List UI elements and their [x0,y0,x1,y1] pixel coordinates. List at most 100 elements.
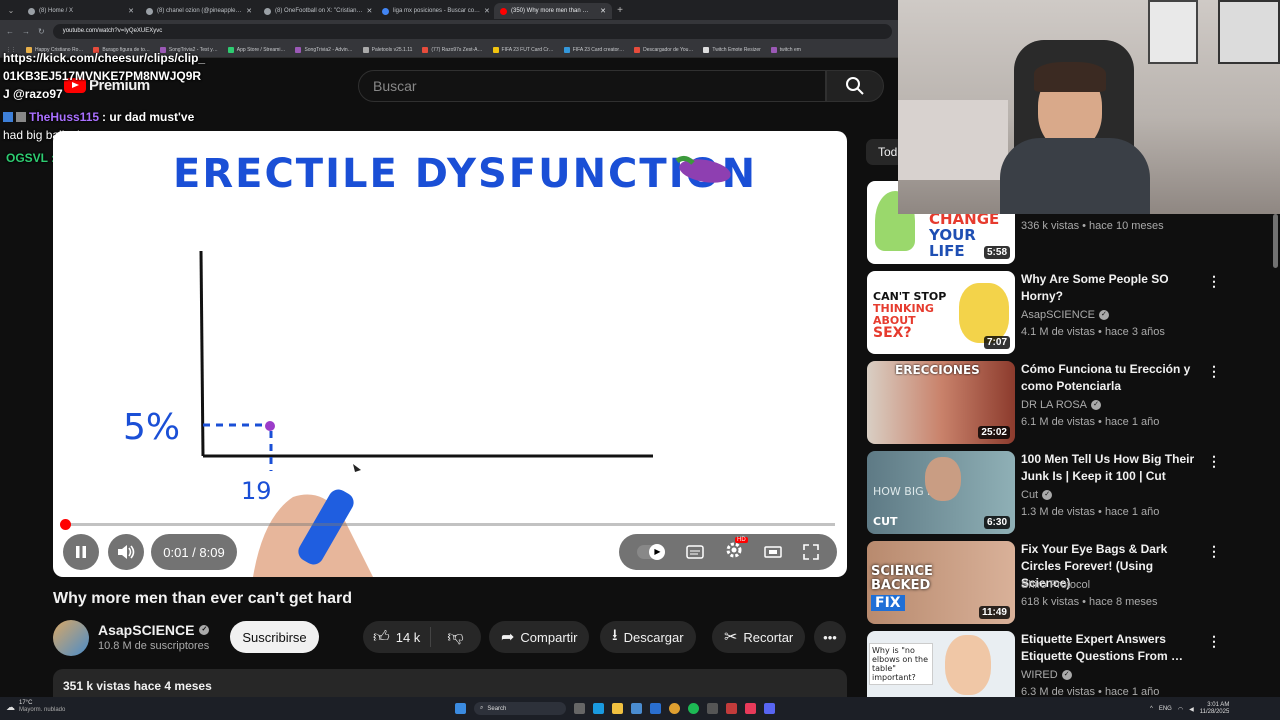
bookmark[interactable]: App Store / Streami… [227,46,285,53]
theater-mode-icon[interactable] [764,545,782,559]
close-icon[interactable]: ✕ [128,7,134,15]
back-icon[interactable]: ← [6,27,14,36]
chat-text: : ur dad must've [102,110,195,124]
channel-avatar[interactable] [53,620,89,656]
verified-icon: ✓ [1091,400,1102,410]
search-button[interactable] [826,70,884,102]
chat-line: 01KB3EJ517MVNKE7PM8NWJQ9R [3,69,202,83]
music-app-icon[interactable] [745,703,756,714]
taskbar-search[interactable]: ⌕ Search [474,702,566,715]
url-field[interactable]: youtube.com/watch?v=IyQeXUEXyvc [52,23,892,39]
store-icon[interactable] [631,703,642,714]
more-options-icon[interactable]: ⋮ [1207,363,1221,380]
more-options-icon[interactable]: ⋮ [1207,543,1221,560]
bookmark[interactable]: Paletools v25.1.11 [362,46,412,53]
verified-icon: ✓ [1061,670,1072,680]
streamer-hair [1034,62,1106,92]
y-label: 5% [123,407,180,448]
x-favicon-icon [264,7,271,15]
language-indicator[interactable]: ENG [1159,706,1172,712]
spotify-icon[interactable] [688,703,699,714]
chat-line: https://kick.com/cheesur/clips/clip_ [3,51,206,65]
chrome-icon[interactable] [669,703,680,714]
close-icon[interactable]: ✕ [600,7,606,15]
bookmark[interactable]: SongTrivia2 - Advin… [295,46,353,53]
recommendation-item[interactable]: ERECCIONES 25:02 Cómo Funciona tu Erecci… [867,361,1267,445]
browser-tab[interactable]: (8) Home / X ✕ [22,3,140,19]
pause-button[interactable] [63,534,99,570]
progress-scrubber[interactable] [60,519,71,530]
forward-icon[interactable]: → [22,27,30,36]
like-button[interactable]: 👍︎ 14 k [363,627,432,647]
new-tab-button[interactable]: + [612,5,628,16]
channel-name[interactable]: AsapSCIENCE ✓ [98,622,210,638]
clip-button[interactable]: ✂ Recortar [712,621,806,653]
app-icon[interactable] [726,703,737,714]
app-icon[interactable] [707,703,718,714]
browser-tab[interactable]: (8) OneFootball on X: "Cristian… ✕ [258,3,376,19]
x-label: 19 [241,477,272,505]
browser-tab-active[interactable]: (350) Why more men than … ✕ [494,3,612,19]
like-dislike-group: 👍︎ 14 k 👎︎ [363,621,481,653]
more-actions-button[interactable]: ••• [814,621,846,653]
weather-widget[interactable]: ☁ 17°C Mayorm. nublado [6,700,65,714]
browser-tab[interactable]: liga mx posiciones - Buscar co… ✕ [376,3,494,19]
youtube-favicon-icon [500,7,507,15]
bookmark[interactable]: Twitch Emote Resizer [703,46,761,53]
close-icon[interactable]: ✕ [246,7,252,15]
webcam-overlay [898,0,1280,214]
share-button[interactable]: ➦ Compartir [489,621,590,653]
more-options-icon[interactable]: ⋮ [1207,633,1221,650]
thumbs-down-icon: 👎︎ [447,628,464,646]
download-icon: ⭳ [612,626,618,644]
clock[interactable]: 3:01 AM 11/28/2025 [1200,702,1230,716]
recommendation-item[interactable]: HOW BIG IS IT? CUT 6:30 100 Men Tell Us … [867,451,1267,535]
close-icon[interactable]: ✕ [367,7,373,15]
browser-tab[interactable]: (8) chanel ozion (@pineapple… ✕ [140,3,258,19]
volume-button[interactable] [108,534,144,570]
video-player[interactable]: ERECTILE DYSFUNCTION 5% 19 [53,131,847,577]
sidebar-scrollbar[interactable] [1273,214,1278,268]
subtitles-icon[interactable] [686,545,704,559]
more-options-icon[interactable]: ⋮ [1207,453,1221,470]
reload-icon[interactable]: ↻ [38,27,45,36]
bookmark[interactable]: (77) Razo97s Zest-A… [422,46,483,53]
search-input[interactable]: Buscar [358,70,826,102]
time-display: 0:01 / 8:09 [151,534,237,570]
windows-start-icon[interactable] [455,703,466,714]
search-icon: ⌕ [480,705,484,711]
chat-username: OGSVL : [6,151,56,165]
thumbnail: CAN'T STOP THINKING ABOUT SEX? 7:07 [867,271,1015,354]
progress-bar[interactable] [65,523,835,526]
recommendation-item[interactable]: CAN'T STOP THINKING ABOUT SEX? 7:07 Why Ar… [867,271,1267,355]
mail-icon[interactable] [650,703,661,714]
subscribe-button[interactable]: Suscribirse [230,621,319,653]
speaker-icon[interactable]: ◀ [1189,706,1194,713]
download-button[interactable]: ⭳ Descargar [600,621,696,653]
wifi-icon[interactable]: ◠ [1178,706,1183,713]
dislike-button[interactable]: 👎︎ [437,628,473,647]
subscriber-count: 10.8 M de suscriptores [98,640,210,652]
file-explorer-icon[interactable] [612,703,623,714]
bookmark[interactable]: twitch em [770,46,801,53]
video-title: Why more men than ever can't get hard [53,590,352,607]
x-favicon-icon [28,7,35,15]
browser-tab-bar: ⌄ (8) Home / X ✕ (8) chanel ozion (@pinea… [0,0,898,20]
fullscreen-icon[interactable] [802,544,819,560]
bookmark[interactable]: FIFA 23 FUT Card Cr… [492,46,554,53]
autoplay-toggle[interactable]: ▶ [637,544,666,560]
more-icon: ••• [823,629,837,645]
close-icon[interactable]: ✕ [484,7,490,15]
bookmark[interactable]: Descargador de You… [634,46,693,53]
verified-icon: ✓ [1098,310,1109,320]
edge-icon[interactable] [593,703,604,714]
chevron-up-icon[interactable]: ^ [1150,706,1153,712]
settings-button[interactable]: HD [725,536,748,564]
streamer-hoodie [1000,138,1150,214]
recommendation-item[interactable]: SCIENCE BACKED FIX 11:49 Fix Your Eye Bag… [867,541,1267,625]
discord-icon[interactable] [764,703,775,714]
more-options-icon[interactable]: ⋮ [1207,273,1221,290]
task-view-icon[interactable] [574,703,585,714]
bookmark[interactable]: FIFA 23 Card creator… [563,46,624,53]
tab-search-icon[interactable]: ⌄ [0,6,22,15]
